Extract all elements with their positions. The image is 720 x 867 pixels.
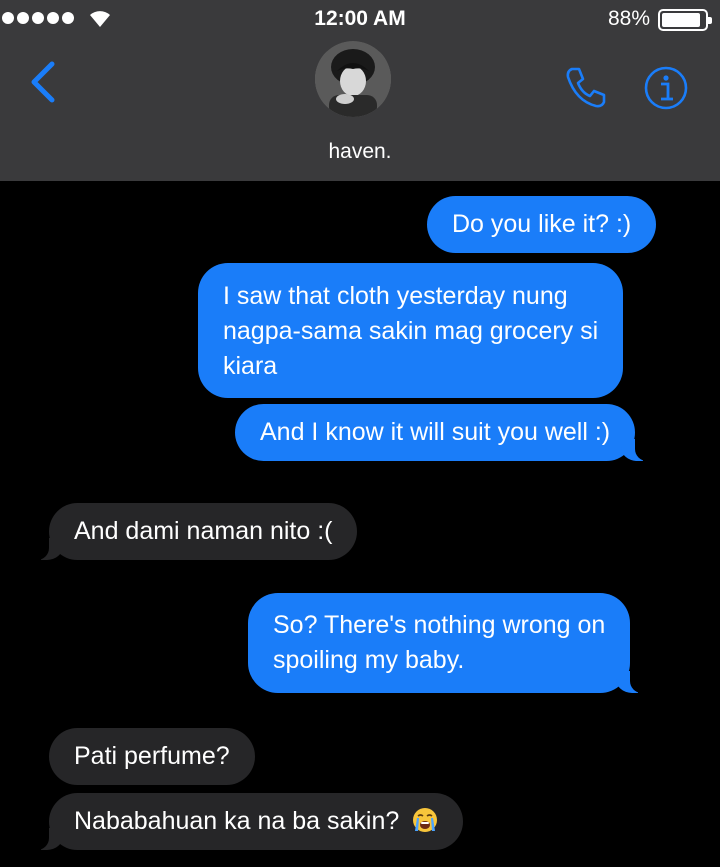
battery-percentage: 88% (607, 7, 650, 30)
info-icon[interactable] (642, 64, 690, 112)
message-text-line: kiara (223, 352, 278, 380)
sent-message-bubble[interactable]: So? There's nothing wrong on spoiling my… (248, 593, 653, 693)
received-message-bubble[interactable]: Pati perfume? (49, 728, 255, 785)
received-message-bubble[interactable]: And dami naman nito :( (26, 503, 358, 560)
message-text-line: spoiling my baby. (273, 646, 465, 674)
sent-message-bubble[interactable]: Do you like it? :) (427, 196, 657, 253)
message-text: And I know it will suit you well :) (260, 418, 611, 446)
avatar-photo (315, 41, 391, 117)
phone-call-icon[interactable] (562, 63, 610, 111)
battery-icon (658, 9, 712, 31)
back-chevron-icon[interactable] (28, 60, 58, 104)
message-text: And dami naman nito :( (74, 517, 333, 545)
message-text-line: So? There's nothing wrong on (273, 611, 606, 639)
status-bar: 12:00 AM 88% (0, 0, 720, 38)
received-message-bubble[interactable]: Nababahuan ka na ba sakin? (26, 793, 464, 850)
message-text-line: I saw that cloth yesterday nung (223, 282, 568, 310)
message-text: Nababahuan ka na ba sakin? (74, 807, 400, 835)
sent-message-bubble[interactable]: And I know it will suit you well :) (235, 404, 658, 461)
conversation-header: 12:00 AM 88% haven. (0, 0, 720, 181)
sent-message-bubble[interactable]: I saw that cloth yesterday nung nagpa-sa… (198, 263, 624, 398)
contact-avatar[interactable] (315, 41, 391, 117)
loudly-crying-face-icon (413, 808, 438, 832)
message-text: Do you like it? :) (452, 210, 632, 238)
contact-name[interactable]: haven. (0, 140, 720, 164)
message-text: Pati perfume? (74, 742, 230, 770)
message-text-line: nagpa-sama sakin mag grocery si (223, 317, 599, 345)
